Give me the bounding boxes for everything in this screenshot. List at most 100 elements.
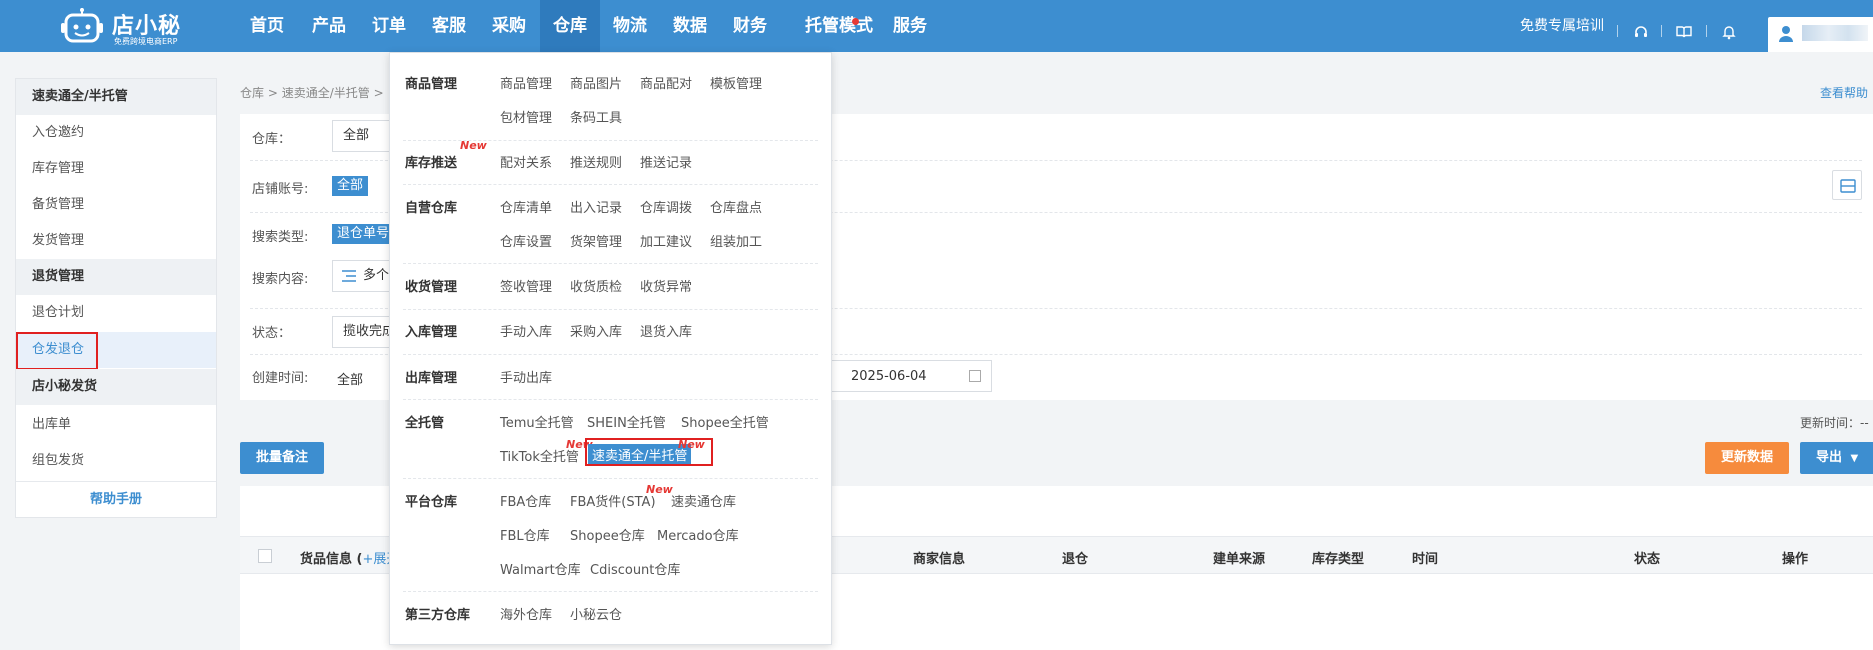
highlight-box (585, 438, 713, 466)
col-stock-type: 库存类型 (1312, 552, 1365, 567)
menu-link[interactable]: Shopee仓库 (570, 525, 645, 544)
col-ops: 操作 (1782, 552, 1809, 567)
menu-link[interactable]: 组装加工 (710, 231, 762, 250)
menu-link[interactable]: 手动入库 (500, 321, 552, 340)
search-type-tag[interactable]: 退仓单号 (332, 224, 395, 244)
menu-link[interactable]: SHEIN全托管 (587, 412, 666, 431)
menu-cat-receiving: 收货管理 (405, 280, 458, 295)
menu-link[interactable]: FBL仓库 (500, 525, 550, 544)
menu-link[interactable]: 收货质检 (570, 276, 622, 295)
menu-link[interactable]: 货架管理 (570, 231, 622, 250)
logo[interactable]: 店小秘 免费跨境电商ERP (58, 2, 188, 50)
menu-link[interactable]: 商品配对 (640, 73, 692, 92)
menu-link[interactable]: 小秘云仓 (570, 604, 622, 623)
menu-cat-platform-warehouse: 平台仓库 (405, 495, 458, 510)
menu-link[interactable]: Cdiscount仓库 (590, 559, 680, 578)
free-training-link[interactable]: 免费专属培训 (1520, 0, 1604, 52)
sidebar-item-inventory[interactable]: 库存管理 (16, 151, 216, 187)
sidebar-item-inbound-invite[interactable]: 入仓邀约 (16, 115, 216, 151)
view-help-link[interactable]: 查看帮助 (1820, 84, 1868, 101)
menu-link[interactable]: 模板管理 (710, 73, 762, 92)
menu-link[interactable]: 加工建议 (640, 231, 692, 250)
nav-logistics[interactable]: 物流 (600, 0, 660, 52)
sidebar-item-shipping[interactable]: 发货管理 (16, 223, 216, 259)
menu-link[interactable]: 仓库设置 (500, 231, 552, 250)
breadcrumb-item[interactable]: 速卖通全/半托管 (282, 86, 370, 100)
menu-link[interactable]: 退货入库 (640, 321, 692, 340)
menu-link[interactable]: 出入记录 (570, 197, 622, 216)
help-manual-link[interactable]: 帮助手册 (16, 481, 216, 517)
menu-cat-third-party: 第三方仓库 (405, 608, 471, 623)
menu-link[interactable]: 配对关系 (500, 152, 552, 171)
search-content-input[interactable]: 多个 (332, 260, 392, 292)
menu-link[interactable]: 仓库清单 (500, 197, 552, 216)
nav-home[interactable]: 首页 (240, 0, 294, 52)
warehouse-select[interactable]: 全部 (332, 120, 392, 152)
nav-orders[interactable]: 订单 (362, 0, 416, 52)
menu-link[interactable]: 包材管理 (500, 107, 552, 126)
sidebar-item-stocking[interactable]: 备货管理 (16, 187, 216, 223)
menu-link[interactable]: 采购入库 (570, 321, 622, 340)
sidebar-item-return-plan[interactable]: 退仓计划 (16, 295, 216, 331)
menu-link[interactable]: 海外仓库 (500, 604, 552, 623)
notification-dot (852, 18, 859, 25)
nav-data[interactable]: 数据 (660, 0, 720, 52)
menu-cat-product-mgmt: 商品管理 (405, 77, 458, 92)
user-menu[interactable] (1768, 17, 1873, 52)
user-name-blurred (1802, 25, 1868, 41)
select-all-checkbox[interactable] (258, 549, 272, 563)
chevron-down-icon: ▼ (1850, 453, 1859, 464)
nav-hosting-mode[interactable]: 托管模式 (786, 0, 892, 52)
menu-link[interactable]: 商品图片 (570, 73, 622, 92)
col-merchant: 商家信息 (913, 552, 966, 567)
divider (403, 478, 818, 479)
menu-link[interactable]: 推送规则 (570, 152, 622, 171)
sidebar-group-aliexpress: 速卖通全/半托管 (16, 79, 216, 115)
store-tag-all[interactable]: 全部 (332, 176, 369, 196)
end-date-value: 2025-06-04 (851, 369, 927, 384)
breadcrumb-sep: > (267, 86, 278, 100)
menu-link[interactable]: 签收管理 (500, 276, 552, 295)
nav-finance[interactable]: 财务 (720, 0, 780, 52)
menu-link[interactable]: FBA仓库 (500, 491, 551, 510)
headset-icon[interactable] (1633, 24, 1649, 40)
nav-warehouse[interactable]: 仓库 (540, 0, 600, 52)
menu-link[interactable]: Shopee全托管 (681, 412, 769, 431)
breadcrumb-item[interactable]: 仓库 (240, 86, 264, 100)
list-icon (342, 270, 356, 282)
export-label: 导出 (1816, 450, 1843, 465)
menu-link[interactable]: FBA货件(STA) (570, 491, 656, 510)
menu-link[interactable]: 推送记录 (640, 152, 692, 171)
menu-link[interactable]: 收货异常 (640, 276, 692, 295)
sidebar-item-package-shipping[interactable]: 组包发货 (16, 443, 216, 479)
menu-link[interactable]: Walmart仓库 (500, 559, 581, 578)
menu-link[interactable]: 仓库调拨 (640, 197, 692, 216)
menu-link[interactable]: 条码工具 (570, 107, 622, 126)
sidebar-item-warehouse-return[interactable]: 仓发退仓 (16, 332, 216, 370)
status-label: 状态： (252, 326, 292, 341)
end-date-input[interactable]: 2025-06-04 (830, 360, 992, 392)
menu-link[interactable]: Mercado仓库 (657, 525, 739, 544)
sidebar-group-dxm-shipping: 店小秘发货 (16, 369, 216, 405)
menu-link[interactable]: 商品管理 (500, 73, 552, 92)
batch-note-button[interactable]: 批量备注 (240, 442, 324, 474)
created-time-all[interactable]: 全部 (337, 369, 363, 388)
menu-link[interactable]: 手动出库 (500, 367, 552, 386)
bell-icon[interactable] (1721, 24, 1737, 40)
nav-customer-service[interactable]: 客服 (422, 0, 476, 52)
refresh-data-button[interactable]: 更新数据 (1705, 442, 1789, 474)
nav-services[interactable]: 服务 (880, 0, 940, 52)
menu-link[interactable]: 速卖通仓库 (671, 491, 736, 510)
col-time: 时间 (1412, 552, 1439, 567)
nav-products[interactable]: 产品 (302, 0, 356, 52)
divider (403, 399, 818, 400)
nav-purchasing[interactable]: 采购 (482, 0, 536, 52)
menu-link[interactable]: 仓库盘点 (710, 197, 762, 216)
export-button[interactable]: 导出 ▼ (1800, 442, 1873, 474)
sidebar-item-outbound-order[interactable]: 出库单 (16, 407, 216, 443)
layout-toggle-button[interactable] (1832, 170, 1862, 200)
menu-link[interactable]: Temu全托管 (500, 412, 574, 431)
status-select[interactable]: 揽收完成 (332, 316, 392, 348)
book-icon[interactable] (1676, 24, 1692, 40)
new-badge: New (460, 139, 487, 152)
